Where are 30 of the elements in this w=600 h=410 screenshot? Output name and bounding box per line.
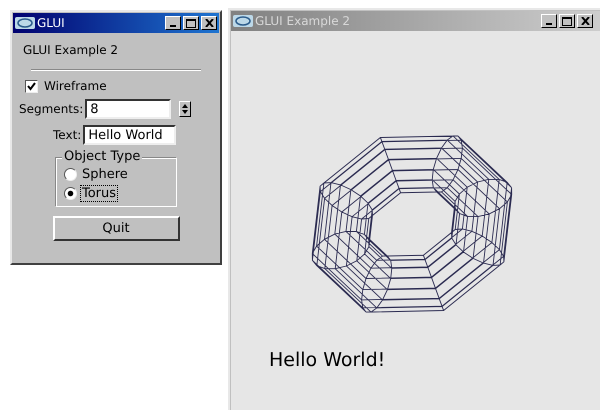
panel-heading: GLUI Example 2 [22, 42, 120, 59]
close-icon [204, 19, 214, 27]
segments-field[interactable]: 8 [85, 99, 172, 119]
up-down-arrows-icon [180, 102, 190, 116]
window-title: GLUI Example 2 [255, 14, 352, 28]
window-title: GLUI [37, 16, 66, 30]
maximize-button[interactable] [183, 16, 199, 30]
app-logo-icon [233, 15, 253, 27]
close-button[interactable] [201, 16, 217, 30]
group-title: Object Type [62, 149, 142, 164]
radio-label: Sphere [81, 166, 129, 183]
spinner-button[interactable] [179, 101, 192, 117]
text-field[interactable]: Hello World [83, 125, 176, 145]
maximize-icon [562, 16, 572, 26]
radio-button[interactable] [64, 168, 77, 181]
minimize-button[interactable] [165, 16, 181, 30]
field-label: Segments: [19, 102, 84, 116]
close-icon [580, 17, 590, 25]
maximize-icon [186, 18, 196, 28]
checkbox-label: Wireframe [44, 79, 107, 93]
caption-text: Hello World! [269, 349, 386, 371]
close-button[interactable] [577, 14, 593, 28]
quit-button[interactable]: Quit [52, 216, 180, 241]
maximize-button[interactable] [559, 14, 575, 28]
radio-label: Torus [80, 185, 118, 202]
wireframe-checkbox[interactable] [25, 80, 38, 92]
app-logo-icon [15, 17, 35, 29]
field-label: Text: [53, 128, 82, 142]
minimize-button[interactable] [541, 14, 557, 28]
radio-button[interactable] [64, 187, 77, 200]
